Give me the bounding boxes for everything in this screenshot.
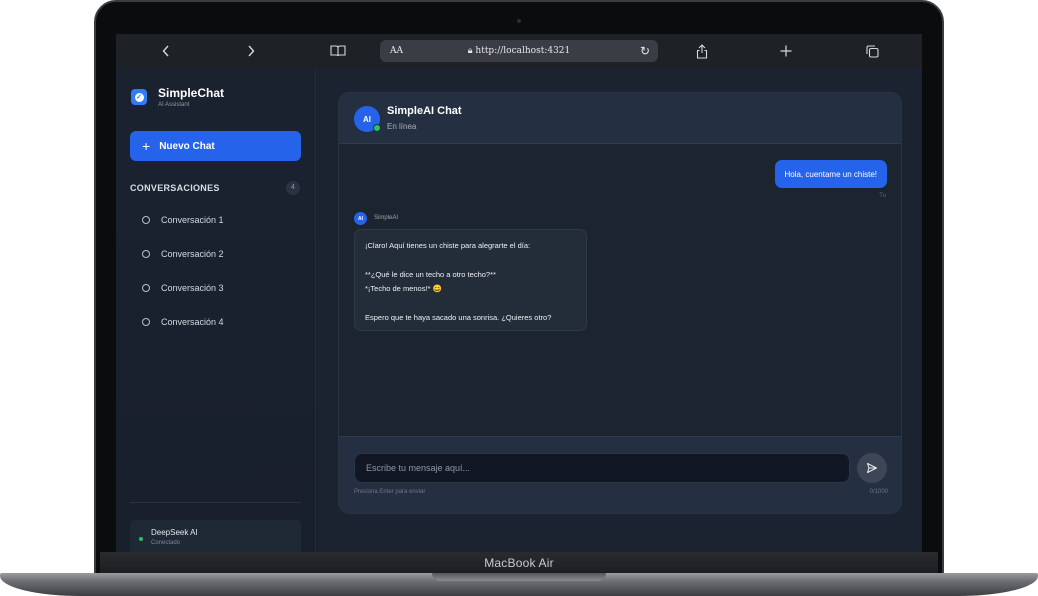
brand-subtitle: AI Assistant [158,102,190,108]
send-icon [866,462,878,474]
model-status: Conectado [151,540,181,546]
laptop-notch [432,573,606,581]
input-hint: Presiona Enter para enviar [354,489,426,495]
char-counter: 0/1000 [869,489,888,495]
divider [130,502,301,503]
tabs-icon[interactable] [862,34,882,68]
url-value: http://localhost:4321 [475,46,571,56]
new-chat-button[interactable]: + Nuevo Chat [130,131,301,161]
chat-title: SimpleAI Chat [387,105,462,117]
plus-icon: + [142,138,151,154]
chat-bubble-icon [142,250,150,258]
lock-icon: 🔒︎ [467,46,473,56]
message-input[interactable]: Escribe tu mensaje aquí... [354,453,850,483]
browser-toolbar: AA 🔒︎ http://localhost:4321 ↻ [116,34,922,68]
message-line: Espero que te haya sacado una sonrisa. ¿… [365,313,552,322]
sidebar-item-conversation-1[interactable]: Conversación 1 [142,210,302,230]
user-message: Hola, cuentame un chiste! [774,160,887,188]
main-area: AI SimpleAI Chat En línea Hola, cuentame… [317,68,922,552]
assistant-name: SimpleAI [374,215,399,221]
assistant-message: ¡Claro! Aquí tienes un chiste para alegr… [354,229,587,331]
user-message-tag: Tu [879,193,886,199]
chevron-left-icon[interactable] [156,34,176,68]
sidebar: ✓ SimpleChat AI Assistant + Nuevo Chat C… [116,68,316,552]
chat-bubble-icon [142,318,150,326]
conversation-label: Conversación 3 [161,283,224,293]
url-text: 🔒︎ http://localhost:4321 [380,46,658,56]
model-status-card: DeepSeek AI Conectado [130,520,301,552]
chat-status: En línea [387,122,417,131]
conversations-count: 4 [286,181,300,195]
assistant-avatar-small: AI [354,212,367,225]
brand-name: SimpleChat [158,86,225,100]
conversations-header: CONVERSACIONES [130,183,220,193]
chevron-right-icon[interactable] [241,34,261,68]
conversation-label: Conversación 2 [161,249,224,259]
share-icon[interactable] [692,34,712,68]
camera-icon [517,19,521,23]
composer: Escribe tu mensaje aquí... Presiona Ente… [339,436,901,513]
message-line: ¡Claro! Aquí tienes un chiste para alegr… [365,241,531,250]
send-button[interactable] [857,453,887,483]
conversation-label: Conversación 4 [161,317,224,327]
screen: AA 🔒︎ http://localhost:4321 ↻ ✓ SimpleCh… [116,34,922,552]
message-line: **¿Qué le dice un techo a otro techo?** [365,269,496,279]
logo-icon: ✓ [131,89,147,105]
chat-bubble-icon [142,216,150,224]
address-bar[interactable]: AA 🔒︎ http://localhost:4321 ↻ [380,40,658,62]
online-status-dot [139,537,143,541]
device-label: MacBook Air [484,556,554,570]
book-icon[interactable] [326,34,350,68]
new-chat-label: Nuevo Chat [159,140,215,152]
sidebar-item-conversation-3[interactable]: Conversación 3 [142,278,302,298]
chat-window: AI SimpleAI Chat En línea Hola, cuentame… [338,92,902,514]
laptop-chin: MacBook Air [100,552,938,574]
reload-icon[interactable]: ↻ [640,44,650,58]
chat-header: AI SimpleAI Chat En línea [339,93,901,144]
sidebar-item-conversation-2[interactable]: Conversación 2 [142,244,302,264]
message-line: *¡Techo de menos!* 😄 [365,284,442,294]
sidebar-item-conversation-4[interactable]: Conversación 4 [142,312,302,332]
conversation-label: Conversación 1 [161,215,224,225]
online-status-dot [373,124,381,132]
plus-icon[interactable] [776,34,796,68]
model-name: DeepSeek AI [151,528,198,537]
chat-bubble-icon [142,284,150,292]
